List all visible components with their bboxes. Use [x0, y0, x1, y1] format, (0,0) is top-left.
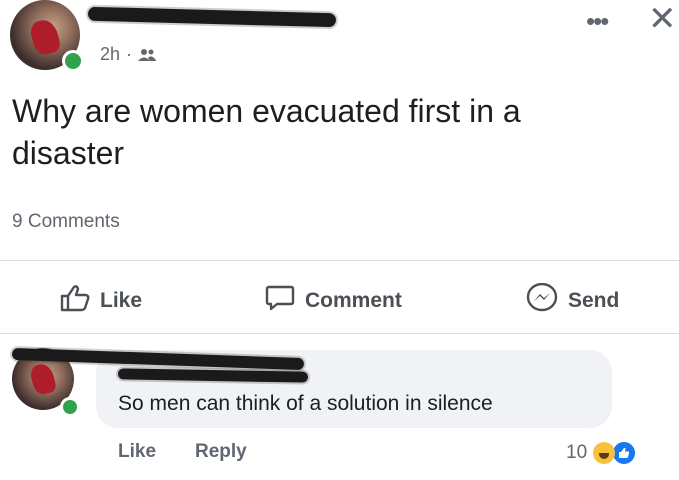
like-button[interactable]: Like: [60, 284, 142, 318]
messenger-icon: [526, 282, 558, 319]
actions-divider-top: [0, 260, 679, 261]
comment-button[interactable]: Comment: [265, 284, 402, 318]
comment-reactions[interactable]: 10: [566, 440, 638, 466]
comment-label: Comment: [305, 289, 402, 312]
avatar-figure: [28, 17, 62, 57]
post-time[interactable]: 2h: [100, 44, 120, 65]
redacted-author-name: [87, 6, 337, 28]
actions-divider-bottom: [0, 333, 679, 334]
like-label: Like: [100, 289, 143, 312]
comments-count[interactable]: 9 Comments: [12, 211, 120, 233]
comment-text: So men can think of a solution in silenc…: [118, 392, 493, 415]
comment-reply-button[interactable]: Reply: [195, 441, 247, 463]
send-label: Send: [568, 289, 620, 312]
friends-icon: [138, 48, 157, 62]
commenter-online-dot: [60, 397, 80, 417]
avatar-figure: [28, 361, 58, 397]
comment-like-button[interactable]: Like: [118, 441, 156, 463]
meta-separator: ·: [126, 44, 133, 64]
post-text: Why are women evacuated first in a disas…: [12, 90, 672, 174]
send-button[interactable]: Send: [526, 282, 620, 319]
haha-reaction-icon: [593, 442, 616, 464]
post-text-line2: disaster: [12, 135, 125, 171]
reaction-count: 10: [566, 442, 588, 463]
speech-bubble-icon: [265, 284, 295, 318]
post-text-line1: Why are women evacuated first in a: [12, 93, 521, 129]
more-options-icon[interactable]: •••: [586, 8, 609, 34]
online-status-dot: [62, 50, 84, 72]
post-meta: 2h ·: [100, 44, 157, 65]
thumbs-up-icon: [60, 284, 90, 318]
like-reaction-icon: [611, 440, 638, 466]
close-icon[interactable]: ✕: [648, 2, 677, 36]
